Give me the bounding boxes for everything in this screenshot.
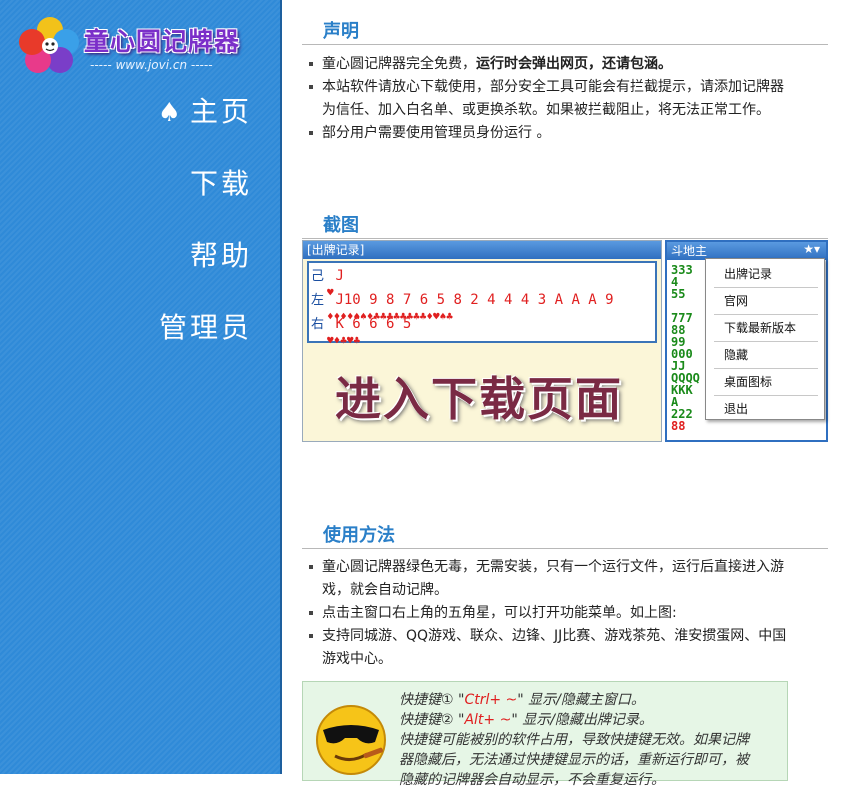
menu-item-website[interactable]: 官网 <box>714 288 818 314</box>
list-item: 支持同城游、QQ游戏、联众、边锋、JJ比赛、游戏茶苑、淮安掼蛋网、中国游戏中心。 <box>302 625 792 671</box>
usage-text: 支持同城游、QQ游戏、联众、边锋、JJ比赛、游戏茶苑、淮安掼蛋网、中国游戏中心。 <box>322 628 787 667</box>
nav-item-download[interactable]: 下载 <box>52 162 252 202</box>
record-cards: K 6 6 6 5 <box>335 316 412 332</box>
list-item: 点击主窗口右上角的五角星，可以打开功能菜单。如上图: <box>302 602 792 625</box>
site-url: ----- www.jovi.cn ----- <box>90 58 213 72</box>
record-suits: ♥♦♣♥♣ <box>327 334 361 347</box>
record-label: 己 <box>311 269 325 284</box>
record-window: [出牌记录] 己 J ♥ 左 J10 9 8 7 6 5 8 2 4 4 4 3… <box>302 240 662 442</box>
nav-item-admin[interactable]: 管理员 <box>52 306 252 346</box>
notice-text: 本站软件请放心下载使用，部分安全工具可能会有拦截提示，请添加记牌器为信任、加入白… <box>322 79 784 118</box>
tip-line: 快捷键② "Alt+ ~" 显示/隐藏出牌记录。 <box>399 712 653 728</box>
list-item: 童心圆记牌器绿色无毒，无需安装，只有一个运行文件，运行后直接进入游戏，就会自动记… <box>302 556 792 602</box>
usage-text: 童心圆记牌器绿色无毒，无需安装，只有一个运行文件，运行后直接进入游戏，就会自动记… <box>322 559 784 598</box>
screenshot-header: 截图 <box>302 214 828 239</box>
notice-header: 声明 <box>302 20 828 45</box>
menu-item-exit[interactable]: 退出 <box>714 396 818 422</box>
site-logo[interactable]: 童心圆记牌器 ----- www.jovi.cn ----- <box>18 14 268 76</box>
usage-list: 童心圆记牌器绿色无毒，无需安装，只有一个运行文件，运行后直接进入游戏，就会自动记… <box>302 556 792 671</box>
nav-label: 下载 <box>189 167 252 200</box>
nav-item-help[interactable]: 帮助 <box>52 234 252 274</box>
sidebar: 童心圆记牌器 ----- www.jovi.cn ----- ♠ 主页 下载 帮助… <box>0 0 280 774</box>
usage-title: 使用方法 <box>323 525 395 546</box>
shortcut-key: Ctrl+ ~ <box>464 692 518 708</box>
record-cards: J10 9 8 7 6 5 8 2 4 4 4 3 A A A 9 <box>335 292 614 308</box>
enter-download-link[interactable]: 进入下载页面 <box>335 363 623 429</box>
usage-header: 使用方法 <box>302 524 828 549</box>
record-label: 左 <box>311 293 325 308</box>
shortcut-tips: 快捷键① "Ctrl+ ~" 显示/隐藏主窗口。 快捷键② "Alt+ ~" 显… <box>302 681 788 788</box>
notice-list: 童心圆记牌器完全免费，运行时会弹出网页，还请包涵。 本站软件请放心下载使用，部分… <box>302 53 792 145</box>
menu-item-desktop-icon[interactable]: 桌面图标 <box>714 369 818 395</box>
shortcut-key: Alt+ ~ <box>464 712 512 728</box>
record-label: 右 <box>311 317 325 332</box>
nav-label: 主页 <box>189 95 252 128</box>
list-item: 本站软件请放心下载使用，部分安全工具可能会有拦截提示，请添加记牌器为信任、加入白… <box>302 76 792 122</box>
usage-text: 点击主窗口右上角的五角星，可以打开功能菜单。如上图: <box>322 605 677 621</box>
site-title: 童心圆记牌器 <box>84 27 241 56</box>
cool-smiley-icon <box>316 705 386 775</box>
list-item: 部分用户需要使用管理员身份运行 。 <box>302 122 792 145</box>
ddz-line: 55 <box>671 287 686 301</box>
record-list: 己 J ♥ 左 J10 9 8 7 6 5 8 2 4 4 4 3 A A A … <box>307 261 657 347</box>
record-row: 右 K 6 6 6 5 ♥♦♣♥♣ <box>311 313 412 347</box>
notice-text: 童心圆记牌器完全免费， <box>322 56 476 72</box>
star-menu-icon[interactable]: ★▾ <box>803 242 820 256</box>
nav-label: 管理员 <box>158 311 252 344</box>
record-row: 己 J ♥ <box>311 265 344 299</box>
list-item: 童心圆记牌器完全免费，运行时会弹出网页，还请包涵。 <box>302 53 792 76</box>
menu-item-hide[interactable]: 隐藏 <box>714 342 818 368</box>
record-cards: J <box>335 268 344 284</box>
record-window-title: [出牌记录] <box>303 241 661 259</box>
nav-label: 帮助 <box>189 239 252 272</box>
tip-line: 快捷键可能被别的软件占用，导致快捷键无效。如果记牌 <box>399 732 749 748</box>
tip-line: 隐藏的记牌器会自动显示，不会重复运行。 <box>399 772 665 788</box>
spade-icon: ♠ <box>157 98 184 128</box>
notice-title: 声明 <box>323 21 359 42</box>
notice-bold-text: 运行时会弹出网页，还请包涵。 <box>476 56 672 72</box>
tip-line: 快捷键① "Ctrl+ ~" 显示/隐藏主窗口。 <box>399 692 645 708</box>
flower-logo-icon <box>19 17 79 73</box>
screenshot-title: 截图 <box>323 215 359 236</box>
menu-item-record[interactable]: 出牌记录 <box>714 261 818 287</box>
screenshot-preview[interactable]: [出牌记录] 己 J ♥ 左 J10 9 8 7 6 5 8 2 4 4 4 3… <box>302 240 830 442</box>
menu-item-download-latest[interactable]: 下载最新版本 <box>714 315 818 341</box>
notice-text: 部分用户需要使用管理员身份运行 。 <box>322 125 551 141</box>
sidebar-border <box>280 0 282 774</box>
record-row: 左 J10 9 8 7 6 5 8 2 4 4 4 3 A A A 9 ♦♦♦♦… <box>311 289 614 323</box>
tip-line: 器隐藏后，无法通过快捷键显示的话，重新运行即可，被 <box>399 752 749 768</box>
main-content: 声明 童心圆记牌器完全免费，运行时会弹出网页，还请包涵。 本站软件请放心下载使用… <box>302 0 830 788</box>
ddz-line: 88 <box>671 419 686 433</box>
function-menu: 出牌记录 官网 下载最新版本 隐藏 桌面图标 退出 <box>705 258 825 420</box>
nav-item-home[interactable]: ♠ 主页 <box>52 90 252 130</box>
